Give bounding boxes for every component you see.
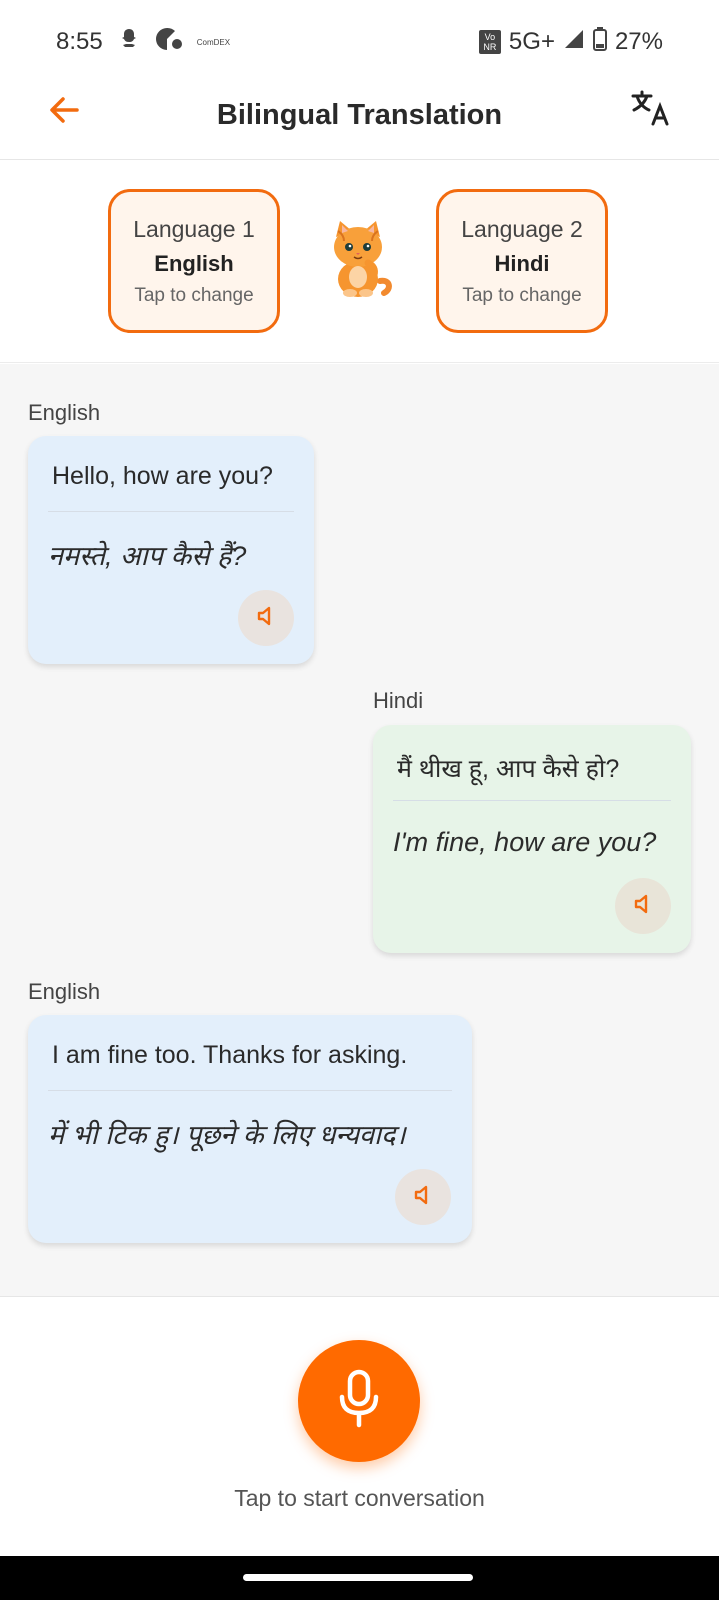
language-1-value: English	[154, 250, 234, 276]
language-selector-panel: Language 1 English Tap to change Languag…	[0, 161, 719, 363]
speak-button[interactable]	[238, 590, 294, 646]
message-original: मैं थीख हू, आप कैसे हो?	[397, 755, 620, 783]
message-bubble: मैं थीख हू, आप कैसे हो? I'm fine, how ar…	[373, 725, 691, 953]
snapchat-icon	[117, 27, 141, 58]
network-type: 5G+	[508, 28, 555, 55]
battery-percent: 27%	[614, 28, 663, 55]
speaker-icon	[413, 1184, 433, 1211]
battery-icon	[592, 26, 607, 58]
message-translation: I'm fine, how are you?	[393, 827, 657, 857]
home-gesture-handle[interactable]	[243, 1574, 473, 1581]
app-tiny-label: ComDEX	[196, 37, 231, 47]
language-2-label: Language 2	[461, 215, 583, 242]
speaker-icon	[633, 893, 653, 920]
message-speaker: English	[28, 400, 101, 425]
message-bubble: Hello, how are you? नमस्ते, आप कैसे हैं?	[28, 436, 314, 664]
arrow-left-icon	[47, 93, 81, 132]
speaker-icon	[256, 605, 276, 632]
system-nav-bar	[0, 1556, 719, 1600]
message-divider	[48, 1090, 452, 1091]
message-translation: नमस्ते, आप कैसे हैं?	[48, 541, 247, 571]
message-original: I am fine too. Thanks for asking.	[52, 1041, 408, 1069]
cat-mascot-icon	[328, 219, 394, 299]
message-divider	[48, 511, 294, 512]
microphone-icon	[337, 1369, 381, 1434]
message-bubble: I am fine too. Thanks for asking. में भी…	[28, 1015, 472, 1243]
message-speaker: English	[28, 979, 101, 1004]
vonr-icon: Vo NR	[478, 30, 501, 54]
mic-button[interactable]	[298, 1340, 420, 1462]
language-1-label: Language 1	[133, 215, 255, 242]
back-button[interactable]	[42, 90, 86, 134]
language-2-hint: Tap to change	[462, 284, 582, 306]
message-speaker: Hindi	[373, 688, 424, 713]
language-2-value: Hindi	[494, 250, 550, 276]
speak-button[interactable]	[395, 1169, 451, 1225]
language-2-selector[interactable]: Language 2 Hindi Tap to change	[436, 189, 608, 333]
status-time: 8:55	[56, 28, 103, 55]
message-original: Hello, how are you?	[52, 462, 273, 490]
message-translation: में भी टिक हु। पूछने के लिए धन्यवाद।	[48, 1120, 406, 1150]
conversation-area[interactable]: English Hello, how are you? नमस्ते, आप क…	[0, 364, 719, 1296]
page-title: Bilingual Translation	[216, 99, 503, 131]
speak-button[interactable]	[615, 878, 671, 934]
mic-panel: Tap to start conversation	[0, 1296, 719, 1556]
translate-icon	[629, 88, 673, 133]
signal-icon	[563, 28, 585, 57]
mic-hint-text: Tap to start conversation	[234, 1485, 485, 1511]
language-1-selector[interactable]: Language 1 English Tap to change	[108, 189, 280, 333]
language-1-hint: Tap to change	[134, 284, 254, 306]
translate-button[interactable]	[623, 82, 679, 138]
app-notification-icon	[155, 26, 183, 59]
app-header: Bilingual Translation	[0, 72, 719, 160]
message-divider	[393, 800, 671, 801]
